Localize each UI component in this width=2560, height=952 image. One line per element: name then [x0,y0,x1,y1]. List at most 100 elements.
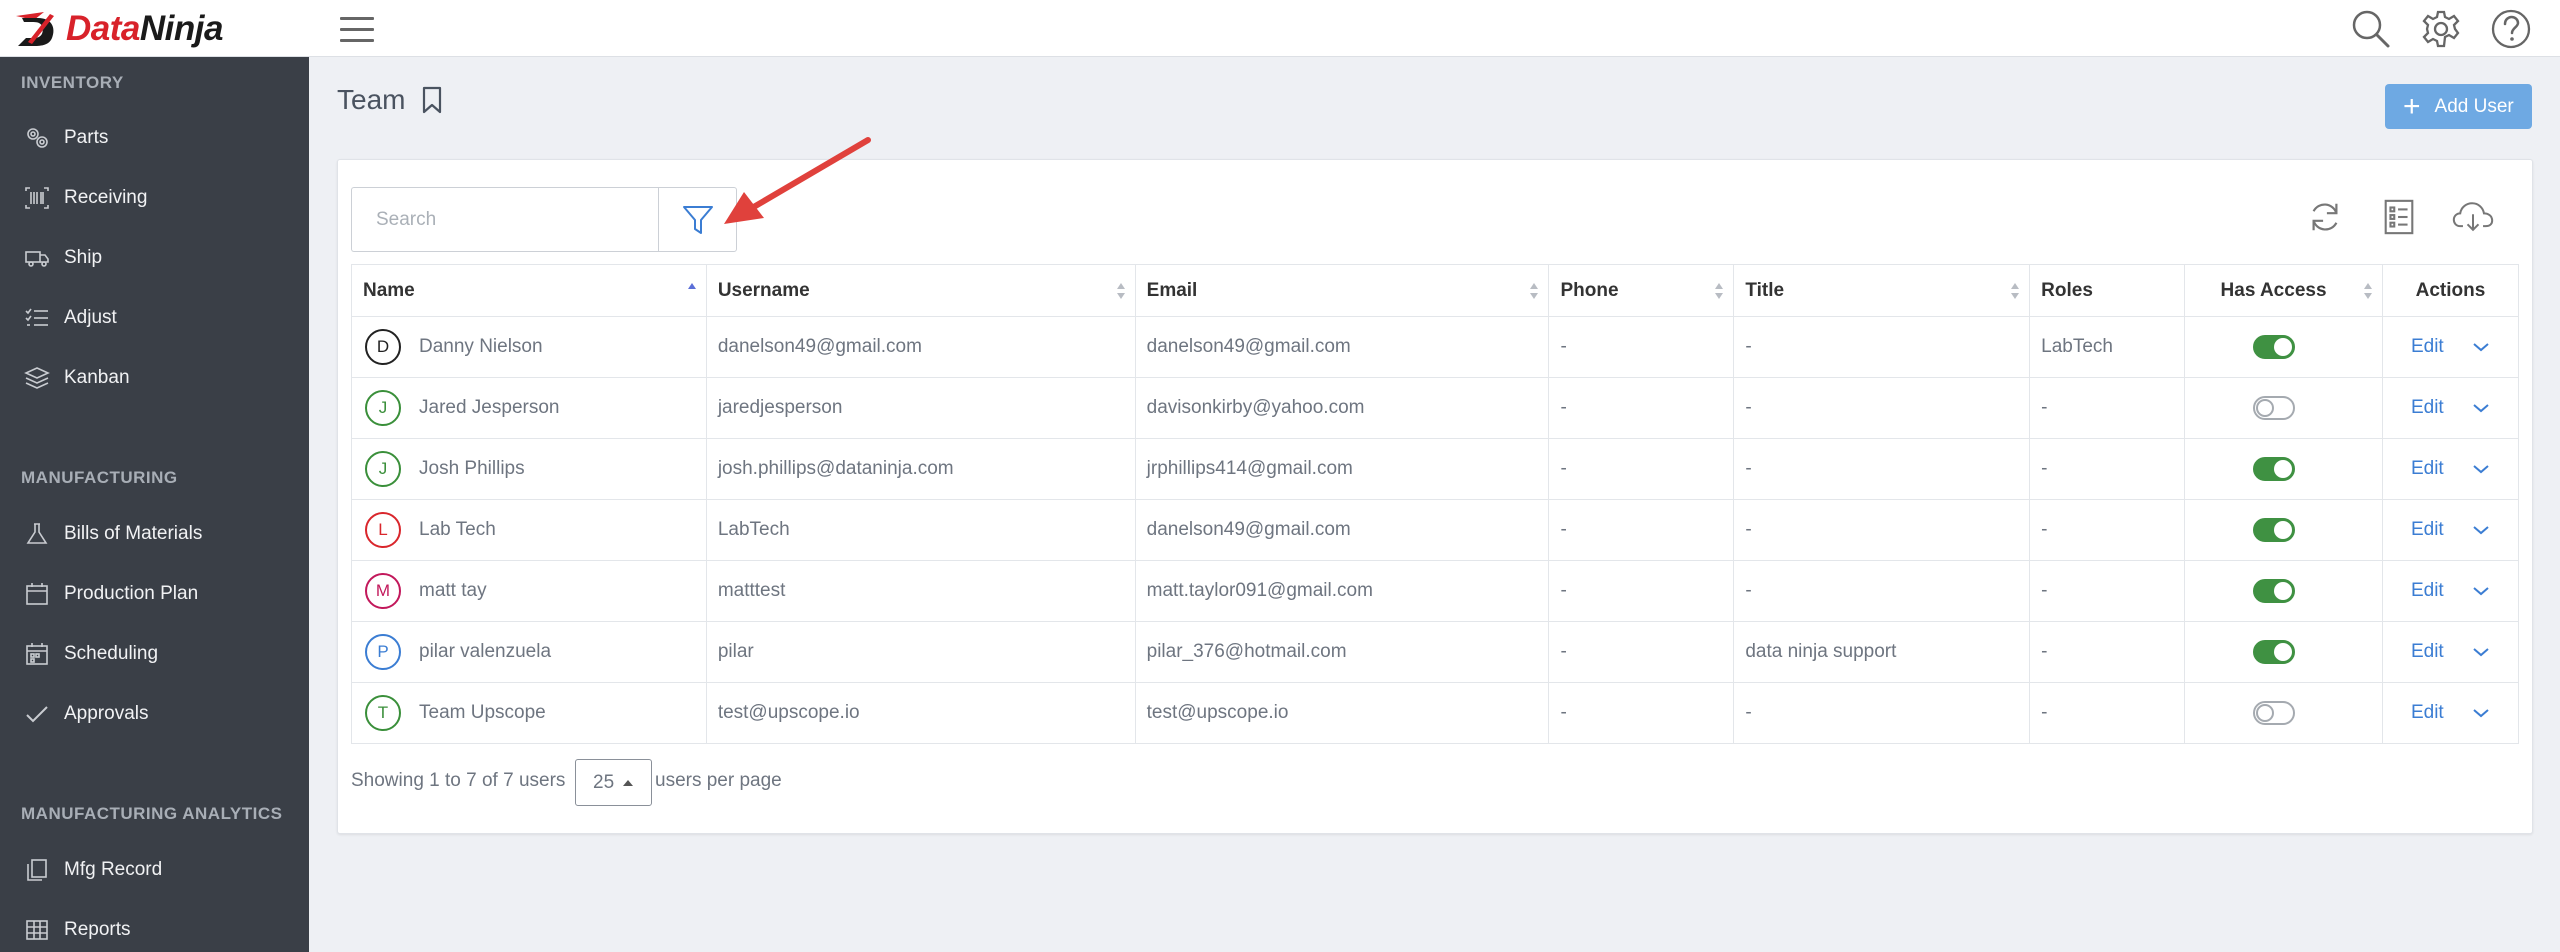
access-toggle[interactable] [2252,457,2295,481]
truck-icon [24,245,50,271]
refresh-icon[interactable] [2304,196,2346,238]
sidebar-item-kanban[interactable]: Kanban [0,353,309,403]
cell-actions: Edit [2381,438,2520,500]
sidebar-item-ship[interactable]: Ship [0,233,309,283]
access-toggle[interactable] [2252,335,2295,359]
cell-has-access [2184,621,2383,683]
avatar: M [365,573,401,609]
avatar: D [365,329,401,365]
brand-name: DataNinja [66,9,223,48]
per-page-label: users per page [655,770,782,791]
avatar: P [365,634,401,670]
sidebar-item-adjust[interactable]: Adjust [0,293,309,343]
cell-phone: - [1548,499,1735,561]
table-row: Ppilar valenzuela pilar pilar_376@hotmail.… [351,621,2520,683]
avatar: J [365,451,401,487]
sidebar-item-bills-of-materials[interactable]: Bills of Materials [0,509,309,559]
cell-name: J Josh Phillips [351,438,707,500]
column-header-name[interactable]: Name [351,264,707,317]
chevron-down-icon[interactable] [2472,585,2490,597]
cell-email: test@upscope.io [1134,682,1550,744]
checklist-icon [24,305,50,331]
search-icon[interactable] [2350,8,2392,50]
chevron-down-icon[interactable] [2472,707,2490,719]
dataninja-logo[interactable]: DataNinja [12,8,223,50]
sidebar-item-label: Adjust [64,307,117,328]
search-input[interactable] [351,187,659,252]
add-user-button[interactable]: + Add User [2385,84,2532,129]
sidebar-item-scheduling[interactable]: Scheduling [0,629,309,679]
cloud-download-icon[interactable] [2452,196,2494,238]
sort-icon [1116,283,1125,299]
column-header-username[interactable]: Username [705,264,1136,317]
edit-link[interactable]: Edit [2411,397,2444,419]
access-toggle[interactable] [2252,579,2295,603]
access-toggle[interactable] [2252,518,2295,542]
access-toggle[interactable] [2252,701,2295,725]
cell-phone: - [1548,682,1735,744]
column-list-icon[interactable] [2378,196,2420,238]
chevron-down-icon[interactable] [2472,524,2490,536]
calendar-grid-icon [24,641,50,667]
sort-icon [1530,283,1539,299]
cell-name: J Jared Jesperson [351,377,707,439]
per-page-select[interactable]: 25 [575,759,652,806]
column-header-has-access[interactable]: Has Access [2184,264,2383,317]
edit-link[interactable]: Edit [2411,519,2444,541]
chevron-down-icon[interactable] [2472,646,2490,658]
user-name: pilar valenzuela [419,641,552,662]
sidebar-item-label: Ship [64,247,103,268]
cell-roles: - [2029,438,2186,500]
hamburger-menu-icon[interactable] [340,13,374,43]
sidebar-item-approvals[interactable]: Approvals [0,689,309,739]
chevron-down-icon[interactable] [2472,463,2490,475]
edit-link[interactable]: Edit [2411,641,2444,663]
sidebar-item-parts[interactable]: Parts [0,113,309,163]
sidebar-item-reports[interactable]: Reports [0,905,309,952]
edit-link[interactable]: Edit [2411,702,2444,724]
cell-email: davisonkirby@yahoo.com [1134,377,1550,439]
user-name: Lab Tech [419,519,496,540]
cell-has-access [2184,377,2383,439]
chevron-down-icon[interactable] [2472,341,2490,353]
table-row: D Danny Nielson danelson49@gmail.com danels… [351,316,2520,378]
sidebar-item-label: Parts [64,127,109,148]
users-table: Name Username Email Phone Title Roles Ha… [351,264,2520,744]
filter-button[interactable] [658,187,737,252]
access-toggle[interactable] [2252,396,2295,420]
cell-title: - [1733,560,2031,622]
sidebar-item-production-plan[interactable]: Production Plan [0,569,309,619]
cell-roles: - [2029,560,2186,622]
avatar: T [365,695,401,731]
cell-has-access [2184,438,2383,500]
flask-icon [24,521,50,547]
avatar: J [365,390,401,426]
chevron-down-icon[interactable] [2472,402,2490,414]
ninja-logo-icon [16,12,54,46]
cell-username: josh.phillips@dataninja.com [705,438,1136,500]
table-row: T Team Upscope test@upscope.io test@upscope… [351,682,2520,744]
edit-link[interactable]: Edit [2411,580,2444,602]
sidebar-item-label: Production Plan [64,583,199,604]
column-header-phone[interactable]: Phone [1548,264,1735,317]
toggle-knob [2273,460,2292,478]
sidebar-item-receiving[interactable]: Receiving [0,173,309,223]
cell-username: jaredjesperson [705,377,1136,439]
column-header-email[interactable]: Email [1134,264,1550,317]
edit-link[interactable]: Edit [2411,458,2444,480]
gear-icon[interactable] [2420,8,2462,50]
column-header-title[interactable]: Title [1733,264,2031,317]
plus-icon: + [2403,89,2421,123]
edit-link[interactable]: Edit [2411,336,2444,358]
user-name: Team Upscope [419,702,546,723]
sidebar-item-label: Reports [64,919,131,940]
user-name: Josh Phillips [419,458,525,479]
cell-phone: - [1548,316,1735,378]
cell-roles: LabTech [2029,316,2186,378]
help-icon[interactable] [2490,8,2532,50]
bookmark-icon[interactable] [421,86,443,114]
sidebar-item-mfg-record[interactable]: Mfg Record [0,845,309,895]
access-toggle[interactable] [2252,640,2295,664]
sort-icon [2363,283,2372,299]
cell-email: matt.taylor091@gmail.com [1134,560,1550,622]
